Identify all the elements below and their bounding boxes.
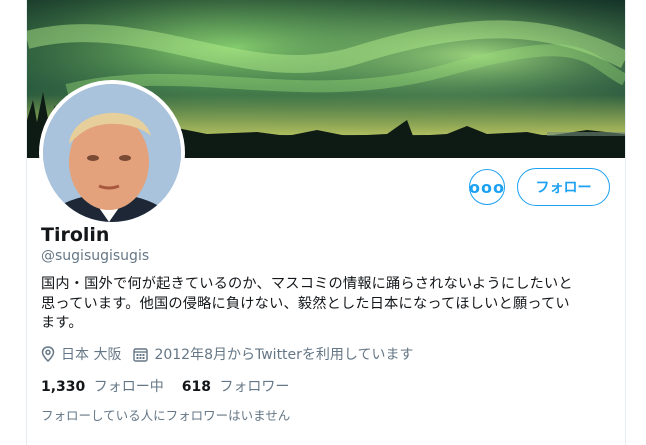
- profile-name[interactable]: Tirolin: [41, 224, 109, 246]
- known-followers-text: フォローしている人にフォロワーはいません: [41, 408, 291, 423]
- followers-link[interactable]: 618 フォロワー: [182, 376, 290, 396]
- following-link[interactable]: 1,330 フォロー中: [41, 376, 164, 396]
- following-label: フォロー中: [93, 379, 164, 395]
- more-options-button[interactable]: ooo: [469, 169, 505, 205]
- profile-stats: 1,330 フォロー中 618 フォロワー: [41, 376, 307, 396]
- follow-button[interactable]: フォロー: [517, 168, 610, 206]
- location-text: 日本 大阪: [61, 347, 122, 363]
- profile-bio: 国内・国外で何が起きているのか、マスコミの情報に踊らされないようにしたいと 思っ…: [41, 275, 611, 334]
- followers-label: フォロワー: [219, 379, 290, 395]
- bio-line: 思っています。他国の侵略に負けない、毅然とした日本になってほしいと願ってい: [41, 295, 570, 312]
- profile-avatar[interactable]: [39, 80, 185, 226]
- location-info: 日本 大阪: [41, 344, 121, 364]
- follow-button-label: フォロー: [535, 180, 592, 196]
- bio-line: ます。: [41, 315, 83, 331]
- profile-handle: @sugisugisugis: [41, 248, 150, 264]
- more-options-icon: ooo: [469, 177, 505, 197]
- calendar-icon: [133, 347, 149, 362]
- profile-card: ooo フォロー Tirolin @sugisugisugis 国内・国外で何が…: [26, 0, 626, 445]
- bio-line: 国内・国外で何が起きているのか、マスコミの情報に踊らされないようにしたいと: [41, 276, 573, 292]
- profile-meta: 日本 大阪 2012年8月からTwitterを利用しています: [41, 344, 426, 364]
- followers-count: 618: [181, 379, 211, 395]
- map-pin-icon: [41, 346, 55, 362]
- following-count: 1,330: [41, 379, 86, 395]
- joined-info: 2012年8月からTwitterを利用しています: [133, 344, 414, 364]
- joined-text: 2012年8月からTwitterを利用しています: [154, 347, 414, 363]
